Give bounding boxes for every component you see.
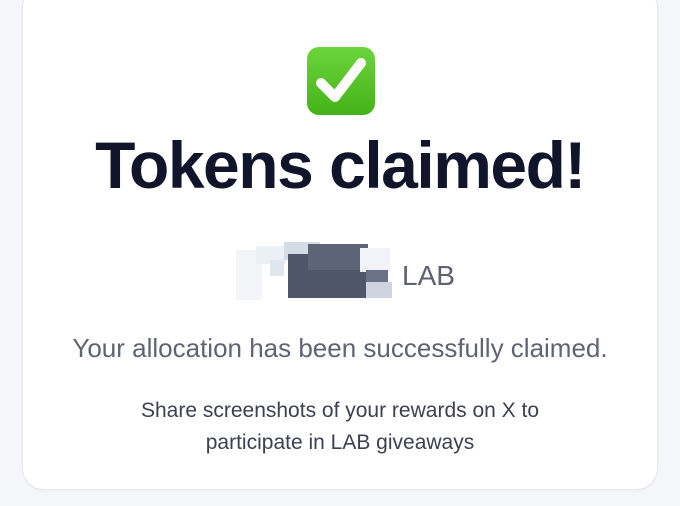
page-title: Tokens claimed! [95,128,586,202]
check-mark-icon [307,47,375,115]
status-message: Your allocation has been successfully cl… [72,333,608,363]
token-symbol: LAB [402,260,455,291]
claimed-amount: LAB [236,238,476,300]
redacted-amount-mask [236,238,396,300]
share-message: Share screenshots of your rewards on X t… [140,399,540,454]
